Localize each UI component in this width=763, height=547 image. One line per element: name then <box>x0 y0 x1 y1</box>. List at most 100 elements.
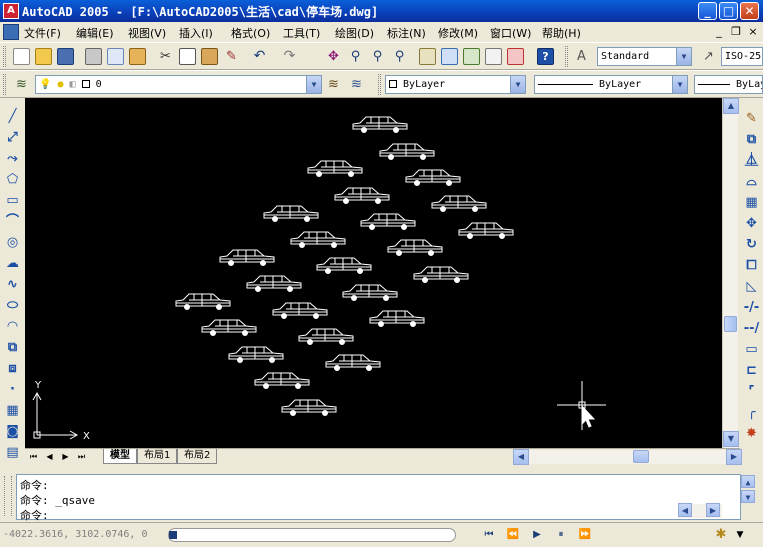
lineweight-select[interactable]: ByLay <box>694 75 763 94</box>
scale-icon[interactable]: ⧠ <box>743 257 760 274</box>
toolbar-grip[interactable] <box>565 46 568 67</box>
car-block[interactable] <box>352 116 408 133</box>
fillet-icon[interactable]: ╭ <box>743 404 760 421</box>
car-block[interactable] <box>272 302 328 319</box>
car-block[interactable] <box>316 257 372 274</box>
chamfer-icon[interactable]: ⌜ <box>743 383 760 400</box>
car-block[interactable] <box>246 275 302 292</box>
car-block[interactable] <box>201 319 257 336</box>
scroll-right-icon[interactable]: ▶ <box>726 449 742 465</box>
ellipse-icon[interactable]: ⬭ <box>4 297 21 314</box>
chevron-down-icon[interactable]: ▼ <box>510 76 525 93</box>
command-grip[interactable] <box>4 476 12 516</box>
erase-icon[interactable]: ✎ <box>743 110 760 127</box>
zoom-previous-icon[interactable]: ⚲ <box>391 48 408 65</box>
car-block[interactable] <box>290 231 346 248</box>
point-icon[interactable]: · <box>4 381 21 398</box>
scroll-down-icon[interactable]: ▼ <box>723 431 739 447</box>
menu-dimension[interactable]: 标注(N) <box>387 25 426 41</box>
car-block[interactable] <box>342 284 398 301</box>
array-icon[interactable]: ▦ <box>743 194 760 211</box>
scroll-left-icon[interactable]: ◀ <box>513 449 529 465</box>
hatch-icon[interactable]: ▦ <box>4 402 21 419</box>
car-block[interactable] <box>334 187 390 204</box>
dim-style-select[interactable]: ISO-25 <box>721 47 763 66</box>
paste-icon[interactable] <box>201 48 218 65</box>
print-icon[interactable] <box>85 48 102 65</box>
next-tab-icon[interactable]: ▶ <box>59 450 72 463</box>
menu-tools[interactable]: 工具(T) <box>283 25 320 41</box>
scroll-thumb[interactable] <box>633 450 649 463</box>
play-icon[interactable]: ▶ <box>526 526 548 544</box>
polyline-icon[interactable]: ⤳ <box>4 150 21 167</box>
menu-help[interactable]: 帮助(H) <box>542 25 581 41</box>
open-folder-icon[interactable] <box>35 48 52 65</box>
rewind-icon[interactable]: ⏪ <box>502 526 524 544</box>
maximize-button[interactable]: □ <box>719 2 738 20</box>
command-hscroll[interactable]: ◀ ▶ <box>678 503 722 518</box>
copy-icon[interactable]: ⧉ <box>743 131 760 148</box>
match-properties-icon[interactable]: ✎ <box>223 48 240 65</box>
menu-draw[interactable]: 绘图(D) <box>335 25 374 41</box>
trim-icon[interactable]: -/- <box>743 299 760 316</box>
car-block[interactable] <box>405 169 461 186</box>
design-center-icon[interactable] <box>441 48 458 65</box>
chevron-down-icon[interactable]: ▼ <box>306 76 321 93</box>
rotate-icon[interactable]: ↻ <box>743 236 760 253</box>
car-block[interactable] <box>219 249 275 266</box>
menu-modify[interactable]: 修改(M) <box>438 25 478 41</box>
car-block[interactable] <box>298 328 354 345</box>
ellipse-arc-icon[interactable]: ◠ <box>4 318 21 335</box>
make-block-icon[interactable]: ⧈ <box>4 360 21 377</box>
scroll-up-icon[interactable]: ▲ <box>723 98 739 114</box>
tab-model[interactable]: 模型 <box>103 449 137 464</box>
doc-minimize-button[interactable]: _ <box>712 25 726 39</box>
scroll-up-icon[interactable]: ▲ <box>741 475 755 488</box>
region-icon[interactable]: ◙ <box>4 423 21 440</box>
pause-icon[interactable]: ⏸ <box>550 526 572 544</box>
construction-line-icon[interactable]: ⤢ <box>4 129 21 146</box>
previous-tab-icon[interactable]: ◀ <box>43 450 56 463</box>
line-icon[interactable]: ╱ <box>4 108 21 125</box>
toolbar-grip[interactable] <box>3 46 6 67</box>
menu-format[interactable]: 格式(O) <box>231 25 270 41</box>
revcloud-icon[interactable]: ☁ <box>4 255 21 272</box>
car-block[interactable] <box>254 372 310 389</box>
dim-style-icon[interactable]: ↗ <box>700 48 717 65</box>
skip-back-icon[interactable]: ⏮ <box>478 526 500 544</box>
text-style-icon[interactable]: A <box>573 48 590 65</box>
save-icon[interactable] <box>57 48 74 65</box>
scroll-right-icon[interactable]: ▶ <box>706 503 720 517</box>
tab-layout1[interactable]: 布局1 <box>137 449 178 464</box>
last-tab-icon[interactable]: ⏭ <box>75 450 88 463</box>
rectangle-icon[interactable]: ▭ <box>4 192 21 209</box>
coordinate-display[interactable]: -4022.3616, 3102.0746, 0 <box>3 529 148 540</box>
circle-icon[interactable]: ◎ <box>4 234 21 251</box>
slider-thumb[interactable] <box>169 531 177 539</box>
linetype-select[interactable]: ByLayer ▼ <box>534 75 688 94</box>
car-block[interactable] <box>387 239 443 256</box>
chevron-down-icon[interactable]: ▼ <box>672 76 687 93</box>
fast-forward-icon[interactable]: ⏩ <box>574 526 596 544</box>
minimize-button[interactable]: _ <box>698 2 717 20</box>
zoom-window-icon[interactable]: ⚲ <box>369 48 386 65</box>
animation-slider[interactable] <box>168 528 456 542</box>
document-icon[interactable] <box>3 24 19 40</box>
help-icon[interactable]: ? <box>537 48 554 65</box>
autocad-app-icon[interactable]: A <box>3 3 19 19</box>
status-menu-icon[interactable]: ▼ <box>735 526 745 544</box>
chevron-down-icon[interactable]: ▼ <box>676 48 691 65</box>
car-block[interactable] <box>458 222 514 239</box>
car-block[interactable] <box>379 143 435 160</box>
new-file-icon[interactable] <box>13 48 30 65</box>
markup-icon[interactable] <box>507 48 524 65</box>
car-block[interactable] <box>263 205 319 222</box>
doc-restore-button[interactable]: ❐ <box>729 25 743 39</box>
print-preview-icon[interactable] <box>107 48 124 65</box>
redo-icon[interactable]: ↷ <box>281 48 298 65</box>
zoom-realtime-icon[interactable]: ⚲ <box>347 48 364 65</box>
menu-file[interactable]: 文件(F) <box>24 25 61 41</box>
color-select[interactable]: ByLayer ▼ <box>385 75 526 94</box>
first-tab-icon[interactable]: ⏮ <box>27 450 40 463</box>
stretch-icon[interactable]: ◺ <box>743 278 760 295</box>
